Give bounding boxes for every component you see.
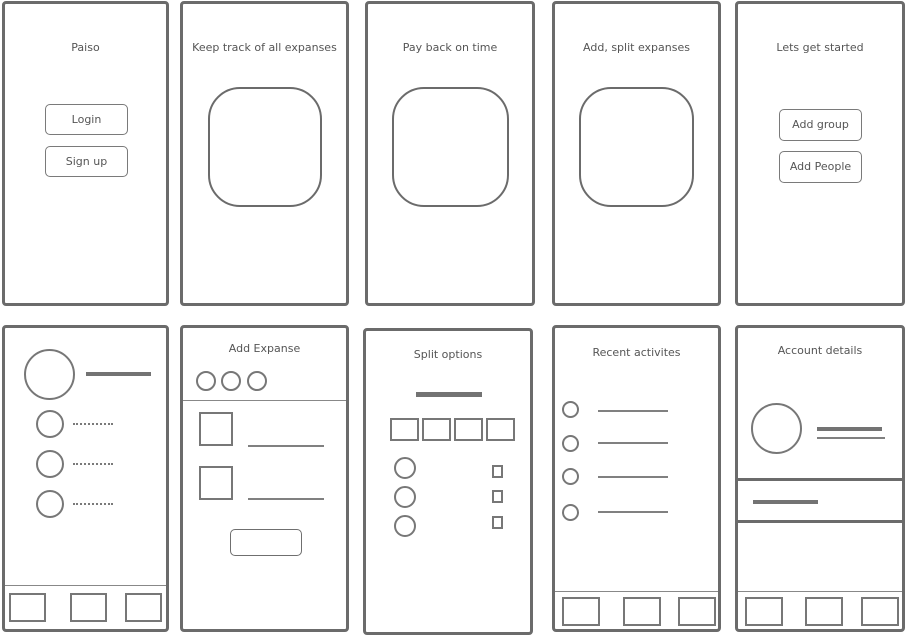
tabbar-divider (5, 585, 166, 587)
header-divider (183, 400, 346, 402)
add-group-button[interactable]: Add group (779, 109, 862, 141)
member-avatar (36, 490, 64, 518)
section-divider (738, 478, 902, 481)
screen-add-expanse: Add Expanse (180, 325, 349, 632)
person-checkbox[interactable] (492, 465, 503, 478)
person-checkbox[interactable] (492, 516, 503, 529)
image-placeholder (199, 466, 233, 500)
onboarding-payback-title: Pay back on time (402, 41, 498, 54)
submit-button[interactable] (230, 529, 302, 556)
account-avatar (751, 403, 802, 454)
amount-bar (416, 392, 482, 397)
activity-line (598, 511, 668, 513)
activity-avatar (562, 435, 579, 452)
screen-get-started: Lets get started Add group Add People (735, 1, 905, 306)
activity-avatar (562, 468, 579, 485)
image-placeholder (199, 412, 233, 446)
add-expanse-title: Add Expanse (228, 342, 301, 355)
screen-split-options: Split options (363, 328, 533, 635)
person-avatar (394, 457, 416, 479)
activity-avatar (562, 401, 579, 418)
person-avatar (394, 486, 416, 508)
split-tab[interactable] (486, 418, 515, 441)
get-started-title: Lets get started (776, 41, 864, 54)
screen-splash: Paiso Login Sign up (2, 1, 169, 306)
onboarding-track-title: Keep track of all expanses (192, 41, 337, 54)
tab-button[interactable] (623, 597, 661, 626)
illustration-placeholder (392, 87, 509, 207)
tab-button[interactable] (745, 597, 783, 626)
activity-avatar (562, 504, 579, 521)
section-divider (738, 520, 902, 523)
screen-onboarding-payback: Pay back on time (365, 1, 535, 306)
activity-line (598, 410, 668, 412)
tab-button[interactable] (70, 593, 107, 622)
option-circle[interactable] (247, 371, 267, 391)
member-dotted-line (73, 503, 113, 505)
profile-avatar (24, 349, 75, 400)
tab-button[interactable] (805, 597, 843, 626)
activity-line (598, 442, 668, 444)
split-tab[interactable] (390, 418, 419, 441)
tab-button[interactable] (678, 597, 716, 626)
screen-onboarding-track: Keep track of all expanses (180, 1, 349, 306)
tabbar-divider (738, 591, 902, 593)
activity-line (598, 476, 668, 478)
option-circle[interactable] (196, 371, 216, 391)
screen-account-details: Account details (735, 325, 905, 632)
screen-home (2, 325, 169, 632)
tab-button[interactable] (562, 597, 600, 626)
onboarding-split-title: Add, split expanses (583, 41, 690, 54)
screen-recent-activities: Recent activites (552, 325, 721, 632)
member-avatar (36, 410, 64, 438)
member-dotted-line (73, 463, 113, 465)
split-options-title: Split options (413, 348, 483, 361)
app-title: Paiso (71, 41, 100, 54)
account-subline (817, 437, 885, 439)
tab-button[interactable] (125, 593, 162, 622)
person-avatar (394, 515, 416, 537)
option-circle[interactable] (221, 371, 241, 391)
section-bar (753, 500, 818, 504)
illustration-placeholder (208, 87, 322, 207)
split-tab[interactable] (454, 418, 483, 441)
account-details-title: Account details (777, 344, 863, 357)
member-avatar (36, 450, 64, 478)
split-tab[interactable] (422, 418, 451, 441)
member-dotted-line (73, 423, 113, 425)
person-checkbox[interactable] (492, 490, 503, 503)
illustration-placeholder (579, 87, 694, 207)
screen-onboarding-split: Add, split expanses (552, 1, 721, 306)
login-button[interactable]: Login (45, 104, 128, 135)
profile-name-bar (86, 372, 151, 376)
recent-activities-title: Recent activites (592, 346, 681, 359)
tab-button[interactable] (861, 597, 899, 626)
input-line[interactable] (248, 445, 324, 447)
add-people-button[interactable]: Add People (779, 151, 862, 183)
account-name-bar (817, 427, 882, 431)
tabbar-divider (555, 591, 718, 593)
input-line[interactable] (248, 498, 324, 500)
tab-button[interactable] (9, 593, 46, 622)
signup-button[interactable]: Sign up (45, 146, 128, 177)
